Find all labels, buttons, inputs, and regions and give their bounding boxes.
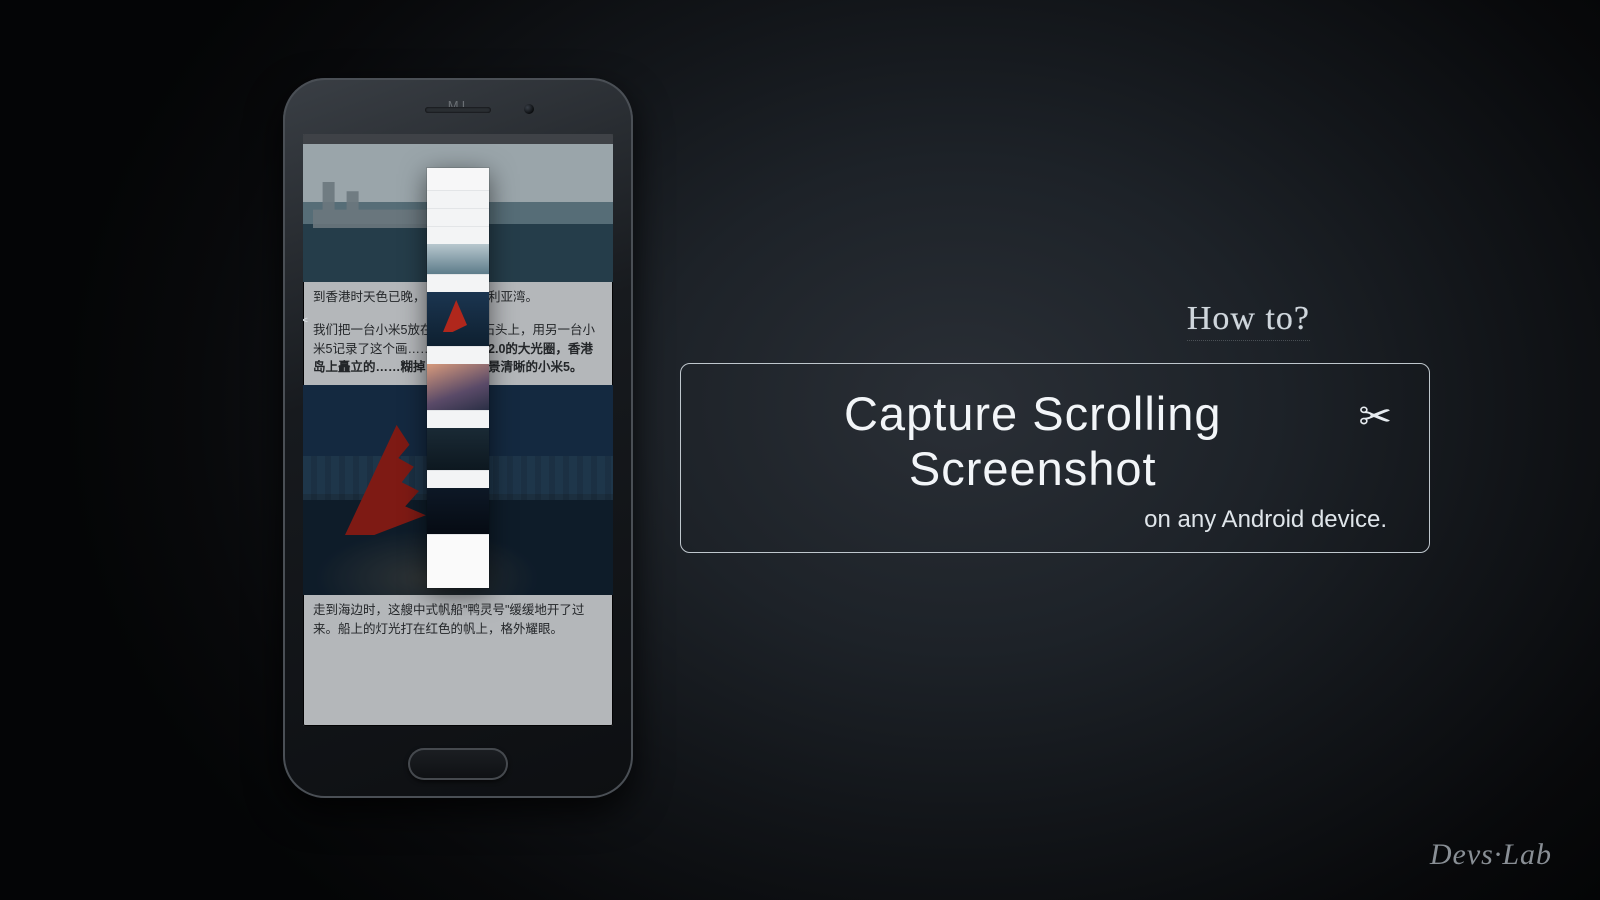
preview-segment bbox=[427, 292, 489, 346]
long-screenshot-preview[interactable] bbox=[427, 168, 489, 588]
phone-mockup: MI 到香港时天色已晚，……入维多利亚湾。 我们把一台小米5放在……顶的石头上，… bbox=[283, 78, 633, 798]
hero-title-text: Capture Scrolling Screenshot bbox=[717, 386, 1348, 496]
hero-copy: How to? Capture Scrolling Screenshot ✂ o… bbox=[680, 300, 1430, 553]
preview-segment bbox=[427, 410, 489, 428]
preview-segment bbox=[427, 274, 489, 292]
capture-cut-line-icon: ✂ bbox=[303, 312, 309, 329]
hero-title: Capture Scrolling Screenshot ✂ bbox=[717, 386, 1393, 496]
preview-segment bbox=[427, 244, 489, 274]
preview-segment bbox=[427, 470, 489, 488]
hero-eyebrow: How to? bbox=[1187, 300, 1310, 341]
preview-segment bbox=[427, 226, 489, 244]
phone-front-camera bbox=[524, 104, 534, 114]
preview-segment bbox=[427, 488, 489, 534]
status-bar bbox=[303, 134, 613, 144]
preview-segment bbox=[427, 534, 489, 588]
article-caption-2: 走到海边时，这艘中式帆船"鸭灵号"缓缓地开了过来。船上的灯光打在红色的帆上，格外… bbox=[303, 595, 613, 649]
scissors-icon: ✂ bbox=[1358, 394, 1393, 440]
preview-segment bbox=[427, 190, 489, 208]
hero-subtitle: on any Android device. bbox=[717, 506, 1393, 534]
preview-segment bbox=[427, 346, 489, 364]
preview-segment bbox=[427, 168, 489, 190]
phone-home-button[interactable] bbox=[408, 748, 508, 780]
preview-segment bbox=[427, 208, 489, 226]
preview-segment bbox=[427, 364, 489, 410]
phone-screen: 到香港时天色已晚，……入维多利亚湾。 我们把一台小米5放在……顶的石头上，用另一… bbox=[303, 134, 613, 726]
hero-title-box: Capture Scrolling Screenshot ✂ on any An… bbox=[680, 363, 1430, 553]
watermark: Devs·Lab bbox=[1430, 838, 1552, 872]
preview-segment bbox=[427, 428, 489, 470]
phone-speaker bbox=[425, 107, 491, 113]
